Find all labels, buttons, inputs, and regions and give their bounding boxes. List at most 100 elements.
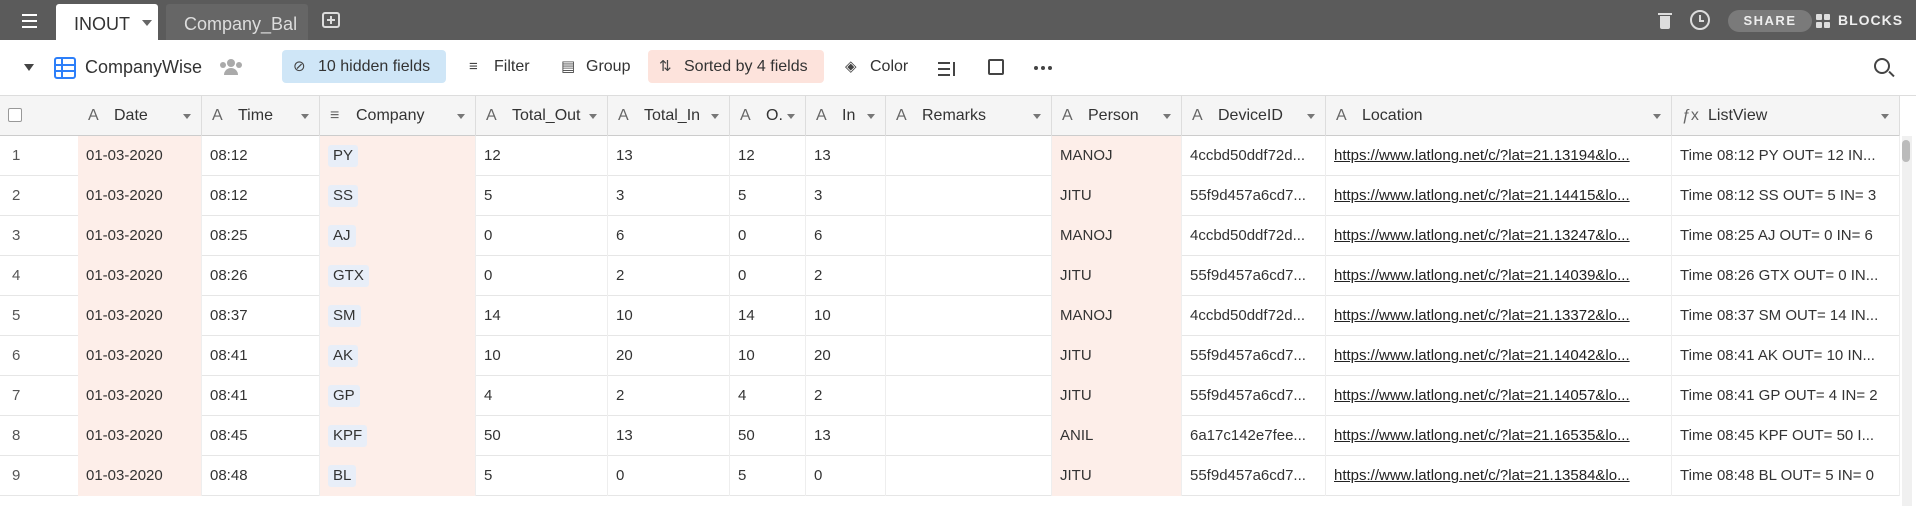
cell-device[interactable]: 4ccbd50ddf72d... [1182,136,1326,176]
cell-remarks[interactable] [886,176,1052,216]
chevron-down-icon[interactable] [24,64,34,71]
cell-date[interactable]: 01-03-2020 [78,336,202,376]
more-icon[interactable] [1034,66,1052,70]
cell-company[interactable]: SS [320,176,476,216]
cell-total-in[interactable]: 0 [608,456,730,496]
cell-date[interactable]: 01-03-2020 [78,416,202,456]
cell-total-out[interactable]: 0 [476,216,608,256]
share-view-icon[interactable] [988,59,1004,75]
cell-device[interactable]: 55f9d457a6cd7... [1182,456,1326,496]
cell-total-out[interactable]: 0 [476,256,608,296]
column-header-total-out[interactable]: A Total_Out [476,96,608,136]
cell-time[interactable]: 08:12 [202,136,320,176]
group-button[interactable]: ▤ Group [550,50,648,83]
cell-remarks[interactable] [886,336,1052,376]
cell-total-out[interactable]: 14 [476,296,608,336]
cell-listview[interactable]: Time 08:45 KPF OUT= 50 I... [1672,416,1900,456]
cell-in[interactable]: 13 [806,416,886,456]
table-row[interactable]: 7 01-03-2020 08:41 GP 4 2 4 2 JITU 55f9d457a6cd7.… [0,376,1900,416]
cell-company[interactable]: BL [320,456,476,496]
cell-company[interactable]: AK [320,336,476,376]
cell-listview[interactable]: Time 08:25 AJ OUT= 0 IN= 6 [1672,216,1900,256]
cell-time[interactable]: 08:26 [202,256,320,296]
chevron-down-icon[interactable] [589,114,597,119]
cell-in[interactable]: 0 [806,456,886,496]
cell-device[interactable]: 6a17c142e7fee... [1182,416,1326,456]
cell-person[interactable]: JITU [1052,376,1182,416]
add-table-icon[interactable] [322,12,340,28]
cell-listview[interactable]: Time 08:41 GP OUT= 4 IN= 2 [1672,376,1900,416]
vertical-scrollbar[interactable] [1902,136,1912,506]
chevron-down-icon[interactable] [867,114,875,119]
cell-total-out[interactable]: 50 [476,416,608,456]
cell-company[interactable]: PY [320,136,476,176]
cell-remarks[interactable] [886,456,1052,496]
table-row[interactable]: 6 01-03-2020 08:41 AK 10 20 10 20 JITU 55f9d457a6… [0,336,1900,376]
chevron-down-icon[interactable] [183,114,191,119]
cell-o[interactable]: 12 [730,136,806,176]
trash-icon[interactable] [1658,11,1672,29]
row-height-icon[interactable] [938,62,956,76]
column-header-total-in[interactable]: A Total_In [608,96,730,136]
chevron-down-icon[interactable] [142,20,152,26]
cell-person[interactable]: JITU [1052,456,1182,496]
share-button[interactable]: SHARE [1728,10,1812,32]
blocks-icon[interactable] [1816,14,1832,30]
cell-device[interactable]: 55f9d457a6cd7... [1182,176,1326,216]
cell-in[interactable]: 10 [806,296,886,336]
view-name[interactable]: CompanyWise [85,57,202,78]
cell-time[interactable]: 08:37 [202,296,320,336]
cell-remarks[interactable] [886,376,1052,416]
cell-time[interactable]: 08:41 [202,336,320,376]
cell-company[interactable]: GP [320,376,476,416]
cell-location[interactable]: https://www.latlong.net/c/?lat=21.13584&… [1326,456,1672,496]
cell-listview[interactable]: Time 08:37 SM OUT= 14 IN... [1672,296,1900,336]
cell-remarks[interactable] [886,416,1052,456]
cell-device[interactable]: 55f9d457a6cd7... [1182,336,1326,376]
cell-total-in[interactable]: 2 [608,376,730,416]
chevron-down-icon[interactable] [457,114,465,119]
cell-person[interactable]: ANIL [1052,416,1182,456]
cell-o[interactable]: 0 [730,256,806,296]
cell-company[interactable]: SM [320,296,476,336]
cell-remarks[interactable] [886,136,1052,176]
cell-device[interactable]: 55f9d457a6cd7... [1182,376,1326,416]
cell-in[interactable]: 3 [806,176,886,216]
tab-inout[interactable]: INOUT [56,4,158,40]
hidden-fields-button[interactable]: ⊘ 10 hidden fields [282,50,446,83]
cell-device[interactable]: 4ccbd50ddf72d... [1182,296,1326,336]
cell-date[interactable]: 01-03-2020 [78,296,202,336]
cell-date[interactable]: 01-03-2020 [78,456,202,496]
cell-total-out[interactable]: 4 [476,376,608,416]
column-header-device[interactable]: A DeviceID [1182,96,1326,136]
color-button[interactable]: ◈ Color [834,50,922,83]
cell-date[interactable]: 01-03-2020 [78,176,202,216]
cell-listview[interactable]: Time 08:48 BL OUT= 5 IN= 0 [1672,456,1900,496]
cell-date[interactable]: 01-03-2020 [78,136,202,176]
cell-listview[interactable]: Time 08:26 GTX OUT= 0 IN... [1672,256,1900,296]
cell-location[interactable]: https://www.latlong.net/c/?lat=21.14057&… [1326,376,1672,416]
cell-in[interactable]: 20 [806,336,886,376]
table-row[interactable]: 8 01-03-2020 08:45 KPF 50 13 50 13 ANIL 6a17c142e… [0,416,1900,456]
cell-total-in[interactable]: 13 [608,416,730,456]
cell-total-in[interactable]: 2 [608,256,730,296]
table-row[interactable]: 5 01-03-2020 08:37 SM 14 10 14 10 MANOJ 4ccbd50dd… [0,296,1900,336]
tab-company-bal[interactable]: Company_Bal [166,4,308,40]
cell-remarks[interactable] [886,216,1052,256]
cell-location[interactable]: https://www.latlong.net/c/?lat=21.13194&… [1326,136,1672,176]
column-header-listview[interactable]: ƒx ListView [1672,96,1900,136]
cell-time[interactable]: 08:41 [202,376,320,416]
scrollbar-thumb[interactable] [1902,140,1910,162]
chevron-down-icon[interactable] [301,114,309,119]
filter-button[interactable]: ≡ Filter [458,50,552,83]
cell-total-in[interactable]: 10 [608,296,730,336]
cell-person[interactable]: JITU [1052,256,1182,296]
column-header-date[interactable]: A Date [78,96,202,136]
cell-device[interactable]: 4ccbd50ddf72d... [1182,216,1326,256]
column-header-person[interactable]: A Person [1052,96,1182,136]
cell-total-in[interactable]: 13 [608,136,730,176]
chevron-down-icon[interactable] [711,114,719,119]
chevron-down-icon[interactable] [1163,114,1171,119]
cell-location[interactable]: https://www.latlong.net/c/?lat=21.13247&… [1326,216,1672,256]
cell-total-out[interactable]: 5 [476,176,608,216]
